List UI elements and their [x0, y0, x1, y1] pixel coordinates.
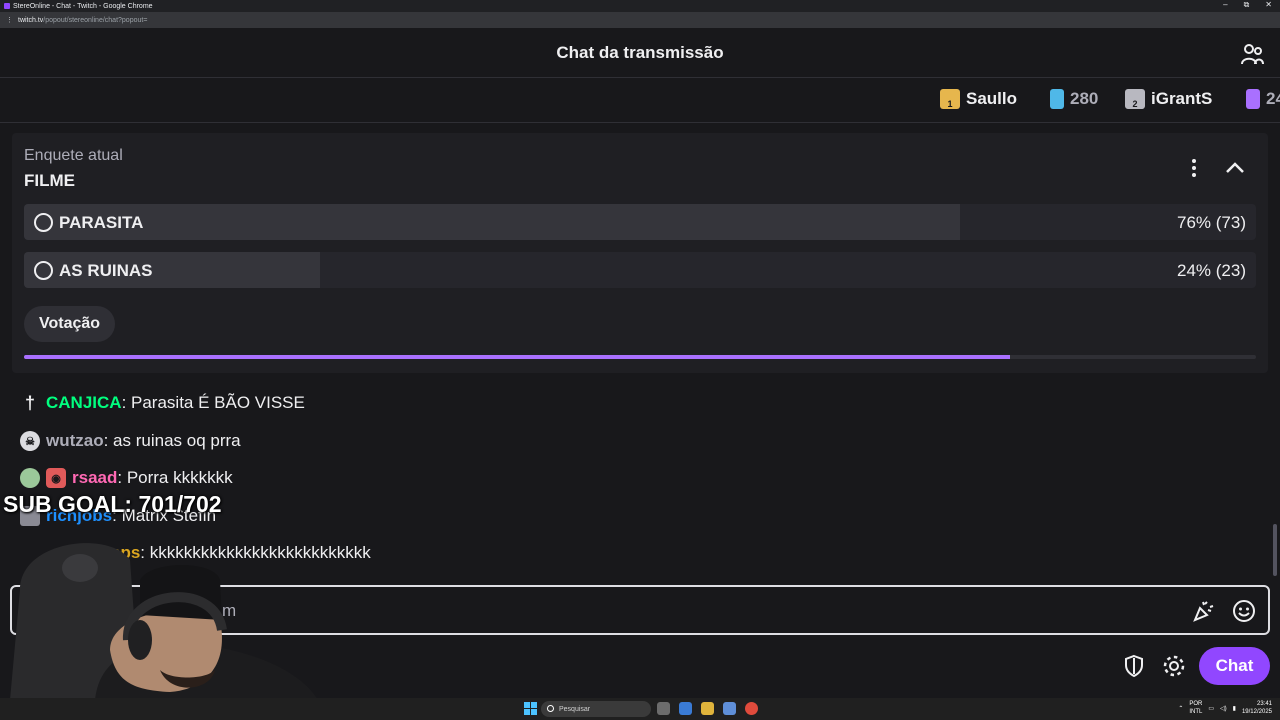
twitch-favicon-icon [4, 3, 10, 9]
poll-option[interactable]: AS RUINAS 24% (23) [24, 252, 1256, 288]
poll-label: Enquete atual [24, 147, 123, 164]
taskbar-clock[interactable]: 23:41 19/12/2025 [1242, 700, 1272, 716]
chat-header: Chat da transmissão [0, 28, 1280, 78]
poll-card: Enquete atual FILME PARASITA 76% (73) AS… [12, 133, 1268, 373]
chat-scrollbar[interactable] [1273, 524, 1277, 576]
leaderboard-item[interactable]: 24 [1246, 89, 1280, 109]
maximize-button[interactable]: ⧉ [1244, 0, 1250, 10]
chat-message: ☠ wutzao : as ruinas oq prra [20, 429, 241, 453]
leaderboard-count: 280 [1070, 89, 1099, 108]
gift-icon [1246, 89, 1260, 109]
windows-start-icon[interactable] [524, 702, 537, 715]
chat-title: Chat da transmissão [556, 42, 724, 62]
windows-taskbar: Pesquisar ⌃ POR INTL ▭ ◁) ▮ 23:41 19/12/20… [0, 698, 1280, 720]
leaderboard-item[interactable]: 1 Saullo [940, 89, 1017, 109]
chat-username[interactable]: CANJICA [46, 393, 122, 413]
chat-message: ◉ rsaad : Porra kkkkkkk [20, 466, 233, 490]
battery-icon[interactable]: ▮ [1233, 705, 1236, 712]
radio-icon[interactable] [34, 261, 53, 280]
chat-message: † CANJICA : Parasita É BÃO VISSE [20, 391, 305, 415]
more-options-icon[interactable] [1184, 157, 1204, 179]
gift-leaderboard: 1 Saullo 280 2 iGrantS 24 [0, 79, 1280, 123]
poll-time-progress-fill [24, 355, 1010, 359]
streamer-webcam-overlay [10, 543, 318, 700]
system-tray: ⌃ POR INTL ▭ ◁) ▮ 23:41 19/12/2025 [1178, 700, 1272, 716]
users-icon[interactable] [1240, 42, 1264, 66]
store-icon[interactable] [723, 702, 736, 715]
poll-title: FILME [24, 171, 75, 190]
taskbar-search-placeholder: Pesquisar [559, 705, 591, 713]
poll-time-progress [24, 355, 1256, 359]
gear-icon[interactable] [1162, 654, 1186, 678]
window-controls: – ⧉ ✕ [1223, 0, 1272, 10]
chrome-icon[interactable] [745, 702, 758, 715]
leaderboard-count: 24 [1266, 89, 1280, 108]
search-icon [547, 705, 554, 712]
poll-option-name: AS RUINAS [59, 261, 153, 280]
bits-cheer-icon[interactable] [1192, 599, 1216, 623]
poll-option-name: PARASITA [59, 213, 144, 232]
moderation-shield-icon[interactable] [1122, 654, 1146, 678]
sub-badge-icon[interactable]: ◉ [46, 468, 66, 488]
avatar-badge-icon[interactable] [20, 468, 40, 488]
leaderboard-name: Saullo [966, 89, 1018, 108]
chat-message-text: : as ruinas oq prra [103, 431, 241, 450]
poll-option-result: 76% (73) [1177, 213, 1246, 232]
radio-icon[interactable] [34, 213, 53, 232]
sub-goal-overlay: SUB GOAL: 701/702 [3, 491, 222, 517]
url-path: /popout/stereonline/chat?popout= [43, 16, 148, 24]
copilot-icon[interactable] [679, 702, 692, 715]
chevron-up-icon[interactable] [1224, 157, 1246, 179]
chat-message-text: : Porra kkkkkkk [117, 468, 233, 487]
task-view-icon[interactable] [657, 702, 670, 715]
close-window-button[interactable]: ✕ [1265, 0, 1272, 10]
poll-option-result-bar [24, 204, 961, 240]
file-explorer-icon[interactable] [701, 702, 714, 715]
browser-title-bar: StereOnline - Chat - Twitch - Google Chr… [0, 0, 1280, 12]
network-icon[interactable]: ▭ [1208, 705, 1214, 712]
window-title: StereOnline - Chat - Twitch - Google Chr… [13, 2, 153, 10]
address-bar[interactable]: ⋮ twitch.tv /popout/stereonline/chat?pop… [0, 12, 1280, 28]
chat-message-text: : Parasita É BÃO VISSE [121, 393, 305, 412]
vote-button[interactable]: Votação [24, 306, 116, 342]
gift-icon: 1 [940, 89, 960, 109]
emote-picker-icon[interactable] [1232, 599, 1256, 623]
gift-icon [1050, 89, 1064, 109]
taskbar-search[interactable]: Pesquisar [541, 701, 651, 717]
poll-option-result: 24% (23) [1177, 261, 1246, 280]
leaderboard-item[interactable]: 280 [1050, 89, 1098, 109]
site-info-icon[interactable]: ⋮ [6, 16, 13, 24]
leaderboard-name: iGrantS [1151, 89, 1213, 108]
chat-username[interactable]: rsaad [72, 468, 117, 488]
chat-username[interactable]: wutzao [46, 431, 104, 451]
language-indicator[interactable]: POR INTL [1189, 700, 1202, 716]
minimize-button[interactable]: – [1223, 0, 1227, 10]
volume-icon[interactable]: ◁) [1220, 705, 1227, 712]
url-host: twitch.tv [18, 16, 44, 24]
gift-icon: 2 [1125, 89, 1145, 109]
sword-badge-icon[interactable]: † [20, 393, 40, 413]
skull-badge-icon[interactable]: ☠ [20, 431, 40, 451]
poll-option[interactable]: PARASITA 76% (73) [24, 204, 1256, 240]
chat-send-button[interactable]: Chat [1199, 647, 1270, 685]
leaderboard-item[interactable]: 2 iGrantS [1125, 89, 1212, 109]
tray-chevron-icon[interactable]: ⌃ [1178, 705, 1183, 712]
